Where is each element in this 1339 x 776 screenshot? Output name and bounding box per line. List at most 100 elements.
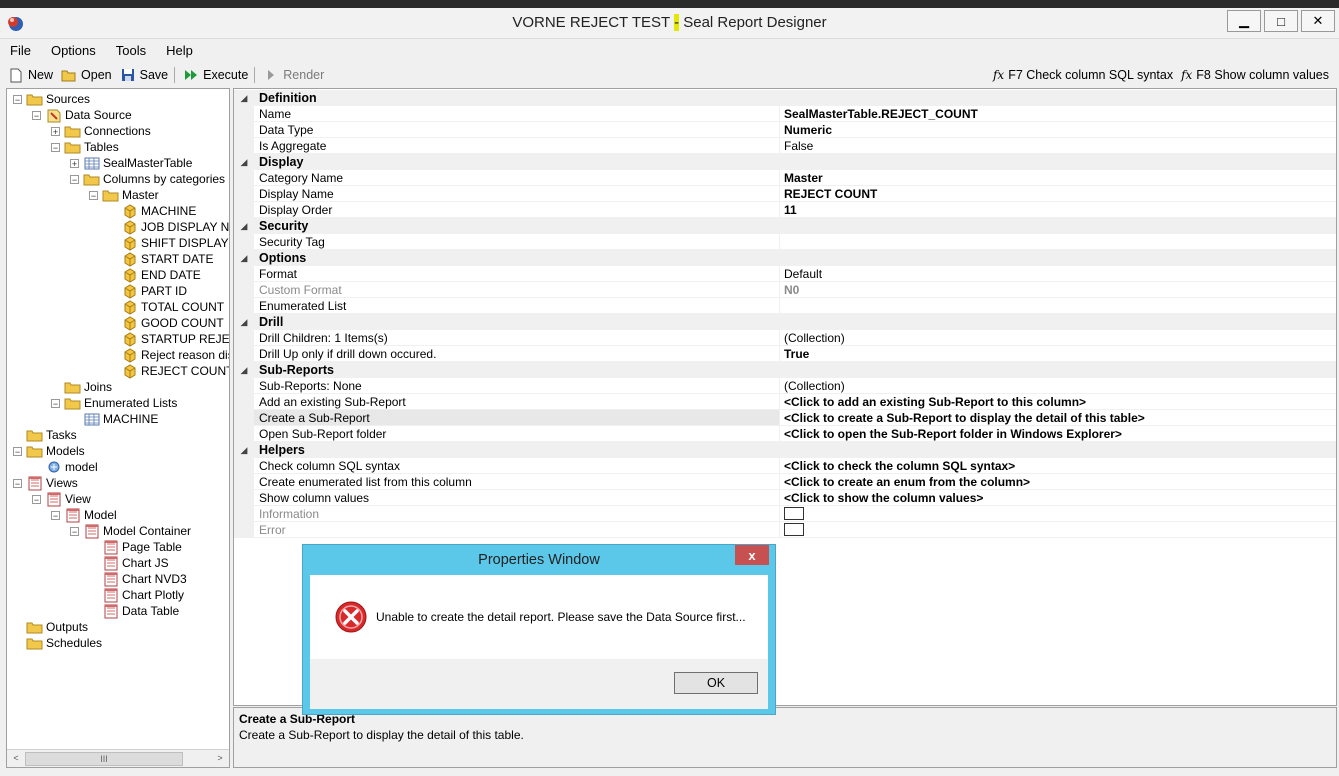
tree-node[interactable]: Page Table xyxy=(89,539,182,555)
expand-icon[interactable]: + xyxy=(70,158,79,168)
property-value[interactable] xyxy=(780,298,1336,314)
property-value[interactable]: (Collection) xyxy=(780,330,1336,346)
property-row[interactable]: Show column values <Click to show the col… xyxy=(234,490,1336,506)
property-value[interactable]: Numeric xyxy=(780,122,1336,138)
property-row[interactable]: Data Type Numeric xyxy=(234,122,1336,138)
collapse-icon[interactable]: − xyxy=(51,142,60,152)
show-values-button[interactable]: fx F8 Show column values xyxy=(1181,68,1329,82)
collapse-icon[interactable]: − xyxy=(70,174,79,184)
menu-help[interactable]: Help xyxy=(156,39,203,61)
tree-node[interactable]: GOOD COUNT xyxy=(108,315,224,331)
collapse-triangle-icon[interactable]: ◢ xyxy=(234,90,254,106)
property-row[interactable]: Name SealMasterTable.REJECT_COUNT xyxy=(234,106,1336,122)
tree-node[interactable]: END DATE xyxy=(108,267,201,283)
tree-node[interactable]: Reject reason dis xyxy=(108,347,229,363)
tree-node[interactable]: − Sources xyxy=(13,91,90,107)
minimize-button[interactable]: ▁ xyxy=(1227,10,1261,32)
property-value[interactable]: True xyxy=(780,346,1336,362)
menu-tools[interactable]: Tools xyxy=(106,39,156,61)
tree-horizontal-scrollbar[interactable]: < III > xyxy=(7,749,229,767)
scroll-right-arrow[interactable]: > xyxy=(213,752,227,765)
collapse-triangle-icon[interactable]: ◢ xyxy=(234,442,254,458)
new-button[interactable]: New xyxy=(8,67,53,83)
property-category[interactable]: ◢ Security xyxy=(234,218,1336,234)
tree-node[interactable]: − View xyxy=(32,491,91,507)
collapse-triangle-icon[interactable]: ◢ xyxy=(234,362,254,378)
property-value[interactable]: Master xyxy=(780,170,1336,186)
save-button[interactable]: Save xyxy=(120,67,168,83)
collapse-triangle-icon[interactable]: ◢ xyxy=(234,154,254,170)
property-row[interactable]: Add an existing Sub-Report <Click to add … xyxy=(234,394,1336,410)
tree-node[interactable]: − Models xyxy=(13,443,85,459)
tree-node[interactable]: Joins xyxy=(51,379,112,395)
property-row[interactable]: Sub-Reports: None (Collection) xyxy=(234,378,1336,394)
tree-node[interactable]: − Data Source xyxy=(32,107,132,123)
property-row[interactable]: Drill Up only if drill down occured. True xyxy=(234,346,1336,362)
property-row[interactable]: Error xyxy=(234,522,1336,538)
collapse-icon[interactable]: − xyxy=(89,190,98,200)
scroll-left-arrow[interactable]: < xyxy=(9,752,23,765)
tree-node[interactable]: − Views xyxy=(13,475,78,491)
property-row[interactable]: Custom Format N0 xyxy=(234,282,1336,298)
render-button[interactable]: Render xyxy=(263,67,324,83)
tree-node[interactable]: STARTUP REJE xyxy=(108,331,229,347)
collapse-icon[interactable]: − xyxy=(51,510,60,520)
dialog-close-button[interactable]: x xyxy=(735,545,769,565)
tree-node[interactable]: model xyxy=(32,459,98,475)
property-value[interactable]: <Click to create a Sub-Report to display… xyxy=(780,410,1336,426)
property-value[interactable]: (Collection) xyxy=(780,378,1336,394)
tree-node[interactable]: − Enumerated Lists xyxy=(51,395,177,411)
tree-node[interactable]: MACHINE xyxy=(108,203,196,219)
property-category[interactable]: ◢ Helpers xyxy=(234,442,1336,458)
collapse-icon[interactable]: − xyxy=(13,446,22,456)
property-row[interactable]: Enumerated List xyxy=(234,298,1336,314)
tree-node[interactable]: SHIFT DISPLAY xyxy=(108,235,229,251)
tree-node[interactable]: − Model Container xyxy=(70,523,191,539)
tree-node[interactable]: + SealMasterTable xyxy=(70,155,192,171)
tree-node[interactable]: Schedules xyxy=(13,635,102,651)
property-row[interactable]: Information xyxy=(234,506,1336,522)
collapse-triangle-icon[interactable]: ◢ xyxy=(234,250,254,266)
property-value[interactable]: <Click to check the column SQL syntax> xyxy=(780,458,1336,474)
collapse-triangle-icon[interactable]: ◢ xyxy=(234,218,254,234)
property-category[interactable]: ◢ Options xyxy=(234,250,1336,266)
tree-node[interactable]: Outputs xyxy=(13,619,88,635)
tree-node[interactable]: MACHINE xyxy=(70,411,158,427)
collapse-icon[interactable]: − xyxy=(13,94,22,104)
tree-node[interactable]: − Master xyxy=(89,187,159,203)
tree-node[interactable]: START DATE xyxy=(108,251,213,267)
collapse-icon[interactable]: − xyxy=(32,494,41,504)
property-value[interactable]: <Click to show the column values> xyxy=(780,490,1336,506)
property-value[interactable] xyxy=(780,234,1336,250)
property-row[interactable]: Is Aggregate False xyxy=(234,138,1336,154)
check-sql-button[interactable]: fx F7 Check column SQL syntax xyxy=(993,68,1173,82)
tree-node[interactable]: REJECT COUNT xyxy=(108,363,229,379)
collapse-icon[interactable]: − xyxy=(13,478,22,488)
tree-node[interactable]: − Tables xyxy=(51,139,119,155)
property-row[interactable]: Drill Children: 1 Items(s) (Collection) xyxy=(234,330,1336,346)
execute-button[interactable]: Execute xyxy=(183,67,248,83)
tree-node[interactable]: + Connections xyxy=(51,123,151,139)
tree-node[interactable]: − Columns by categories xyxy=(70,171,225,187)
property-row[interactable]: Display Name REJECT COUNT xyxy=(234,186,1336,202)
collapse-triangle-icon[interactable]: ◢ xyxy=(234,314,254,330)
property-value[interactable]: Default xyxy=(780,266,1336,282)
close-button[interactable]: ✕ xyxy=(1301,10,1335,32)
tree-node[interactable]: PART ID xyxy=(108,283,187,299)
property-value[interactable]: <Click to add an existing Sub-Report to … xyxy=(780,394,1336,410)
property-row[interactable]: Display Order 11 xyxy=(234,202,1336,218)
property-row[interactable]: Open Sub-Report folder <Click to open the… xyxy=(234,426,1336,442)
expand-icon[interactable]: + xyxy=(51,126,60,136)
tree-node[interactable]: Data Table xyxy=(89,603,179,619)
menu-file[interactable]: File xyxy=(0,39,41,61)
collapse-icon[interactable]: − xyxy=(51,398,60,408)
property-row[interactable]: Format Default xyxy=(234,266,1336,282)
property-value[interactable]: REJECT COUNT xyxy=(780,186,1336,202)
collapse-icon[interactable]: − xyxy=(32,110,41,120)
property-category[interactable]: ◢ Sub-Reports xyxy=(234,362,1336,378)
property-value[interactable]: False xyxy=(780,138,1336,154)
property-row[interactable]: Create enumerated list from this column <… xyxy=(234,474,1336,490)
property-category[interactable]: ◢ Display xyxy=(234,154,1336,170)
property-row[interactable]: Check column SQL syntax <Click to check t… xyxy=(234,458,1336,474)
ok-button[interactable]: OK xyxy=(674,672,758,694)
